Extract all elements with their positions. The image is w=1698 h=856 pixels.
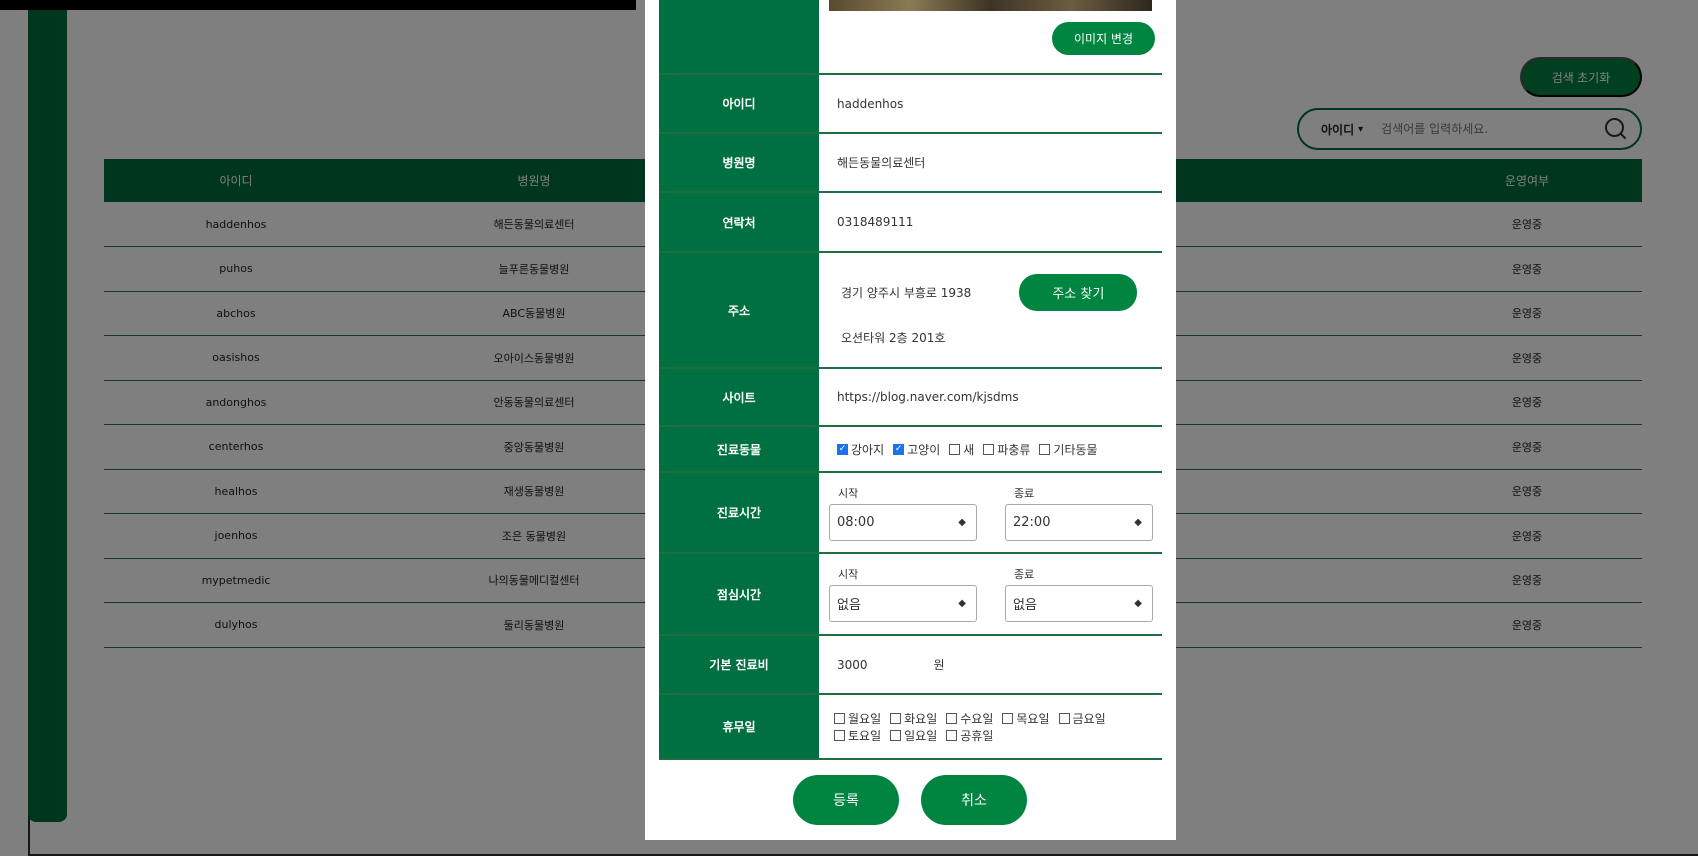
animal-checkbox[interactable]: ✓ 고양이 bbox=[893, 441, 940, 458]
phone-label: 연락처 bbox=[659, 193, 819, 251]
cancel-button[interactable]: 취소 bbox=[921, 775, 1027, 825]
id-row: 아이디 haddenhos bbox=[659, 75, 1162, 134]
holiday-checkbox[interactable]: 월요일 bbox=[834, 710, 881, 727]
checkbox-label: 강아지 bbox=[851, 442, 885, 457]
holiday-checkbox[interactable]: 수요일 bbox=[946, 710, 993, 727]
site-row: 사이트 https://blog.naver.com/kjsdms bbox=[659, 369, 1162, 427]
holiday-checkbox[interactable]: 목요일 bbox=[1002, 710, 1050, 727]
animals-checkbox-group: ✓ 강아지 ✓ 고양이 새 파충류 기타동물 bbox=[819, 427, 1162, 471]
submit-button[interactable]: 등록 bbox=[793, 775, 899, 825]
hours-end-value: 22:00 bbox=[1013, 515, 1051, 530]
checkbox-icon[interactable] bbox=[949, 443, 961, 455]
holiday-checkbox-group-1: 월요일 화요일 수요일 목요일 금요일 bbox=[834, 710, 1115, 727]
hours-start-select[interactable]: 08:00 ◆ bbox=[829, 504, 977, 541]
fee-label: 기본 진료비 bbox=[659, 636, 819, 693]
modal-actions: 등록 취소 bbox=[793, 775, 1027, 825]
lunch-row: 점심시간 시작 없음 ◆ 종료 없음 ◆ bbox=[659, 554, 1162, 636]
id-label: 아이디 bbox=[659, 75, 819, 132]
checkbox-label: 기타동물 bbox=[1053, 442, 1098, 457]
site-field[interactable]: https://blog.naver.com/kjsdms bbox=[819, 369, 1162, 425]
name-label: 병원명 bbox=[659, 134, 819, 191]
checkbox-icon[interactable] bbox=[1058, 712, 1070, 724]
image-row: 이미지 변경 bbox=[659, 0, 1162, 75]
holiday-checkbox[interactable]: 공휴일 bbox=[946, 727, 993, 744]
lunch-end-value: 없음 bbox=[1013, 598, 1037, 613]
checkbox-icon[interactable] bbox=[1039, 443, 1051, 455]
holiday-checkbox[interactable]: 금요일 bbox=[1058, 710, 1106, 727]
checkbox-checked-icon[interactable]: ✓ bbox=[893, 443, 905, 455]
checkbox-label: 월요일 bbox=[848, 711, 882, 726]
checkbox-label: 새 bbox=[963, 442, 975, 457]
image-change-button[interactable]: 이미지 변경 bbox=[1052, 22, 1155, 55]
phone-field[interactable]: 0318489111 bbox=[819, 193, 1162, 251]
holiday-label: 휴무일 bbox=[659, 695, 819, 758]
checkbox-icon[interactable] bbox=[834, 712, 845, 724]
hospital-edit-modal: 이미지 변경 아이디 haddenhos 병원명 해든동물의료센터 연락처 03… bbox=[645, 0, 1176, 840]
holiday-checkbox-group-2: 토요일 일요일 공휴일 bbox=[834, 727, 1002, 744]
select-arrow-icon: ◆ bbox=[958, 517, 966, 528]
checkbox-label: 일요일 bbox=[904, 728, 938, 743]
id-value: haddenhos bbox=[837, 96, 904, 111]
holiday-checkbox[interactable]: 토요일 bbox=[834, 727, 881, 744]
holiday-row: 휴무일 월요일 화요일 수요일 목요일 금요일 토요일 일요일 공휴일 bbox=[659, 695, 1162, 760]
lunch-end-caption: 종료 bbox=[1014, 568, 1035, 581]
animal-checkbox[interactable]: 기타동물 bbox=[1039, 441, 1098, 458]
lunch-start-value: 없음 bbox=[837, 598, 861, 613]
checkbox-label: 공휴일 bbox=[960, 728, 994, 743]
lunch-start-caption: 시작 bbox=[838, 568, 859, 581]
checkbox-label: 목요일 bbox=[1016, 711, 1050, 726]
holiday-checkbox[interactable]: 화요일 bbox=[890, 710, 937, 727]
checkbox-icon[interactable] bbox=[946, 712, 958, 724]
phone-row: 연락처 0318489111 bbox=[659, 193, 1162, 253]
checkbox-label: 금요일 bbox=[1072, 711, 1106, 726]
animals-row: 진료동물 ✓ 강아지 ✓ 고양이 새 파충류 기타동물 bbox=[659, 427, 1162, 473]
hours-start-caption: 시작 bbox=[838, 487, 859, 500]
lunch-start-select[interactable]: 없음 ◆ bbox=[829, 585, 977, 622]
select-arrow-icon: ◆ bbox=[1134, 598, 1142, 609]
name-field[interactable]: 해든동물의료센터 bbox=[819, 134, 1162, 191]
checkbox-label: 파충류 bbox=[997, 442, 1031, 457]
hours-end-caption: 종료 bbox=[1014, 487, 1035, 500]
checkbox-label: 수요일 bbox=[960, 711, 994, 726]
checkbox-label: 토요일 bbox=[848, 728, 882, 743]
address-detail-field[interactable]: 오션타워 2층 201호 bbox=[837, 329, 945, 346]
select-arrow-icon: ◆ bbox=[1134, 517, 1142, 528]
image-label-cell bbox=[659, 0, 819, 73]
hospital-form: 이미지 변경 아이디 haddenhos 병원명 해든동물의료센터 연락처 03… bbox=[659, 0, 1162, 760]
lunch-end-select[interactable]: 없음 ◆ bbox=[1005, 585, 1153, 622]
checkbox-icon[interactable] bbox=[983, 443, 995, 455]
address-field[interactable]: 경기 양주시 부흥로 1938 bbox=[837, 284, 971, 301]
checkbox-icon[interactable] bbox=[946, 729, 958, 741]
holiday-checkbox[interactable]: 일요일 bbox=[890, 727, 937, 744]
checkbox-checked-icon[interactable]: ✓ bbox=[837, 443, 848, 455]
checkbox-icon[interactable] bbox=[890, 712, 902, 724]
checkbox-icon[interactable] bbox=[834, 729, 845, 741]
address-label: 주소 bbox=[659, 253, 819, 367]
fee-row: 기본 진료비 3000 원 bbox=[659, 636, 1162, 695]
name-row: 병원명 해든동물의료센터 bbox=[659, 134, 1162, 193]
checkbox-icon[interactable] bbox=[1002, 712, 1014, 724]
fee-field[interactable]: 3000 bbox=[837, 658, 868, 672]
hours-start-value: 08:00 bbox=[837, 515, 875, 530]
animals-label: 진료동물 bbox=[659, 427, 819, 471]
address-search-button[interactable]: 주소 찾기 bbox=[1019, 274, 1138, 311]
address-row: 주소 경기 양주시 부흥로 1938 주소 찾기 오션타워 2층 201호 bbox=[659, 253, 1162, 369]
hospital-image-preview bbox=[829, 0, 1152, 11]
select-arrow-icon: ◆ bbox=[958, 598, 966, 609]
checkbox-label: 화요일 bbox=[904, 711, 938, 726]
checkbox-icon[interactable] bbox=[890, 729, 902, 741]
hours-row: 진료시간 시작 08:00 ◆ 종료 22:00 ◆ bbox=[659, 473, 1162, 554]
hours-label: 진료시간 bbox=[659, 473, 819, 552]
checkbox-label: 고양이 bbox=[907, 442, 941, 457]
fee-unit: 원 bbox=[933, 658, 945, 672]
site-label: 사이트 bbox=[659, 369, 819, 425]
animal-checkbox[interactable]: 새 bbox=[949, 441, 974, 458]
lunch-label: 점심시간 bbox=[659, 554, 819, 634]
animal-checkbox[interactable]: ✓ 강아지 bbox=[837, 441, 884, 458]
hours-end-select[interactable]: 22:00 ◆ bbox=[1005, 504, 1153, 541]
animal-checkbox[interactable]: 파충류 bbox=[983, 441, 1030, 458]
